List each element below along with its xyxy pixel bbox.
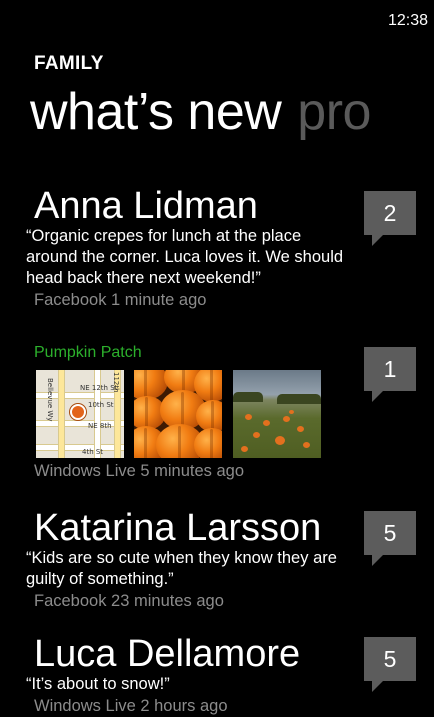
pumpkin-field-photo[interactable] — [233, 370, 321, 458]
comment-count-badge[interactable]: 2 — [364, 191, 416, 246]
pivot-item-whats-new[interactable]: what’s new — [30, 83, 282, 141]
map-label: Bellevue Wy — [46, 378, 54, 422]
map-label: 10th St — [88, 401, 114, 409]
pivot-header: what’s new pro — [30, 82, 371, 142]
group-title: FAMILY — [34, 53, 104, 74]
item-meta: Windows Live 2 hours ago — [34, 697, 228, 715]
map-label: 4th St — [82, 448, 104, 456]
item-meta: Windows Live 5 minutes ago — [34, 462, 245, 480]
item-meta: Facebook 1 minute ago — [34, 291, 207, 309]
pivot-item-next[interactable]: pro — [297, 83, 371, 141]
status-text: “Organic crepes for lunch at the place a… — [26, 227, 344, 287]
comment-count-badge[interactable]: 1 — [364, 347, 416, 402]
comment-count-badge[interactable]: 5 — [364, 511, 416, 566]
status-time: 12:38 — [387, 12, 428, 29]
map-pin-icon — [70, 404, 86, 420]
map-thumbnail[interactable]: NE 12th St 10th St NE 8th 4th St Bellevu… — [36, 370, 124, 458]
map-label: NE 8th — [88, 422, 112, 430]
comment-count-badge[interactable]: 5 — [364, 637, 416, 692]
status-text: “Kids are so cute when they know they ar… — [26, 549, 337, 588]
pumpkins-photo[interactable] — [134, 370, 222, 458]
status-text: “It’s about to snow!” — [26, 675, 170, 693]
map-label: 112th — [112, 372, 120, 393]
item-meta: Facebook 23 minutes ago — [34, 592, 224, 610]
